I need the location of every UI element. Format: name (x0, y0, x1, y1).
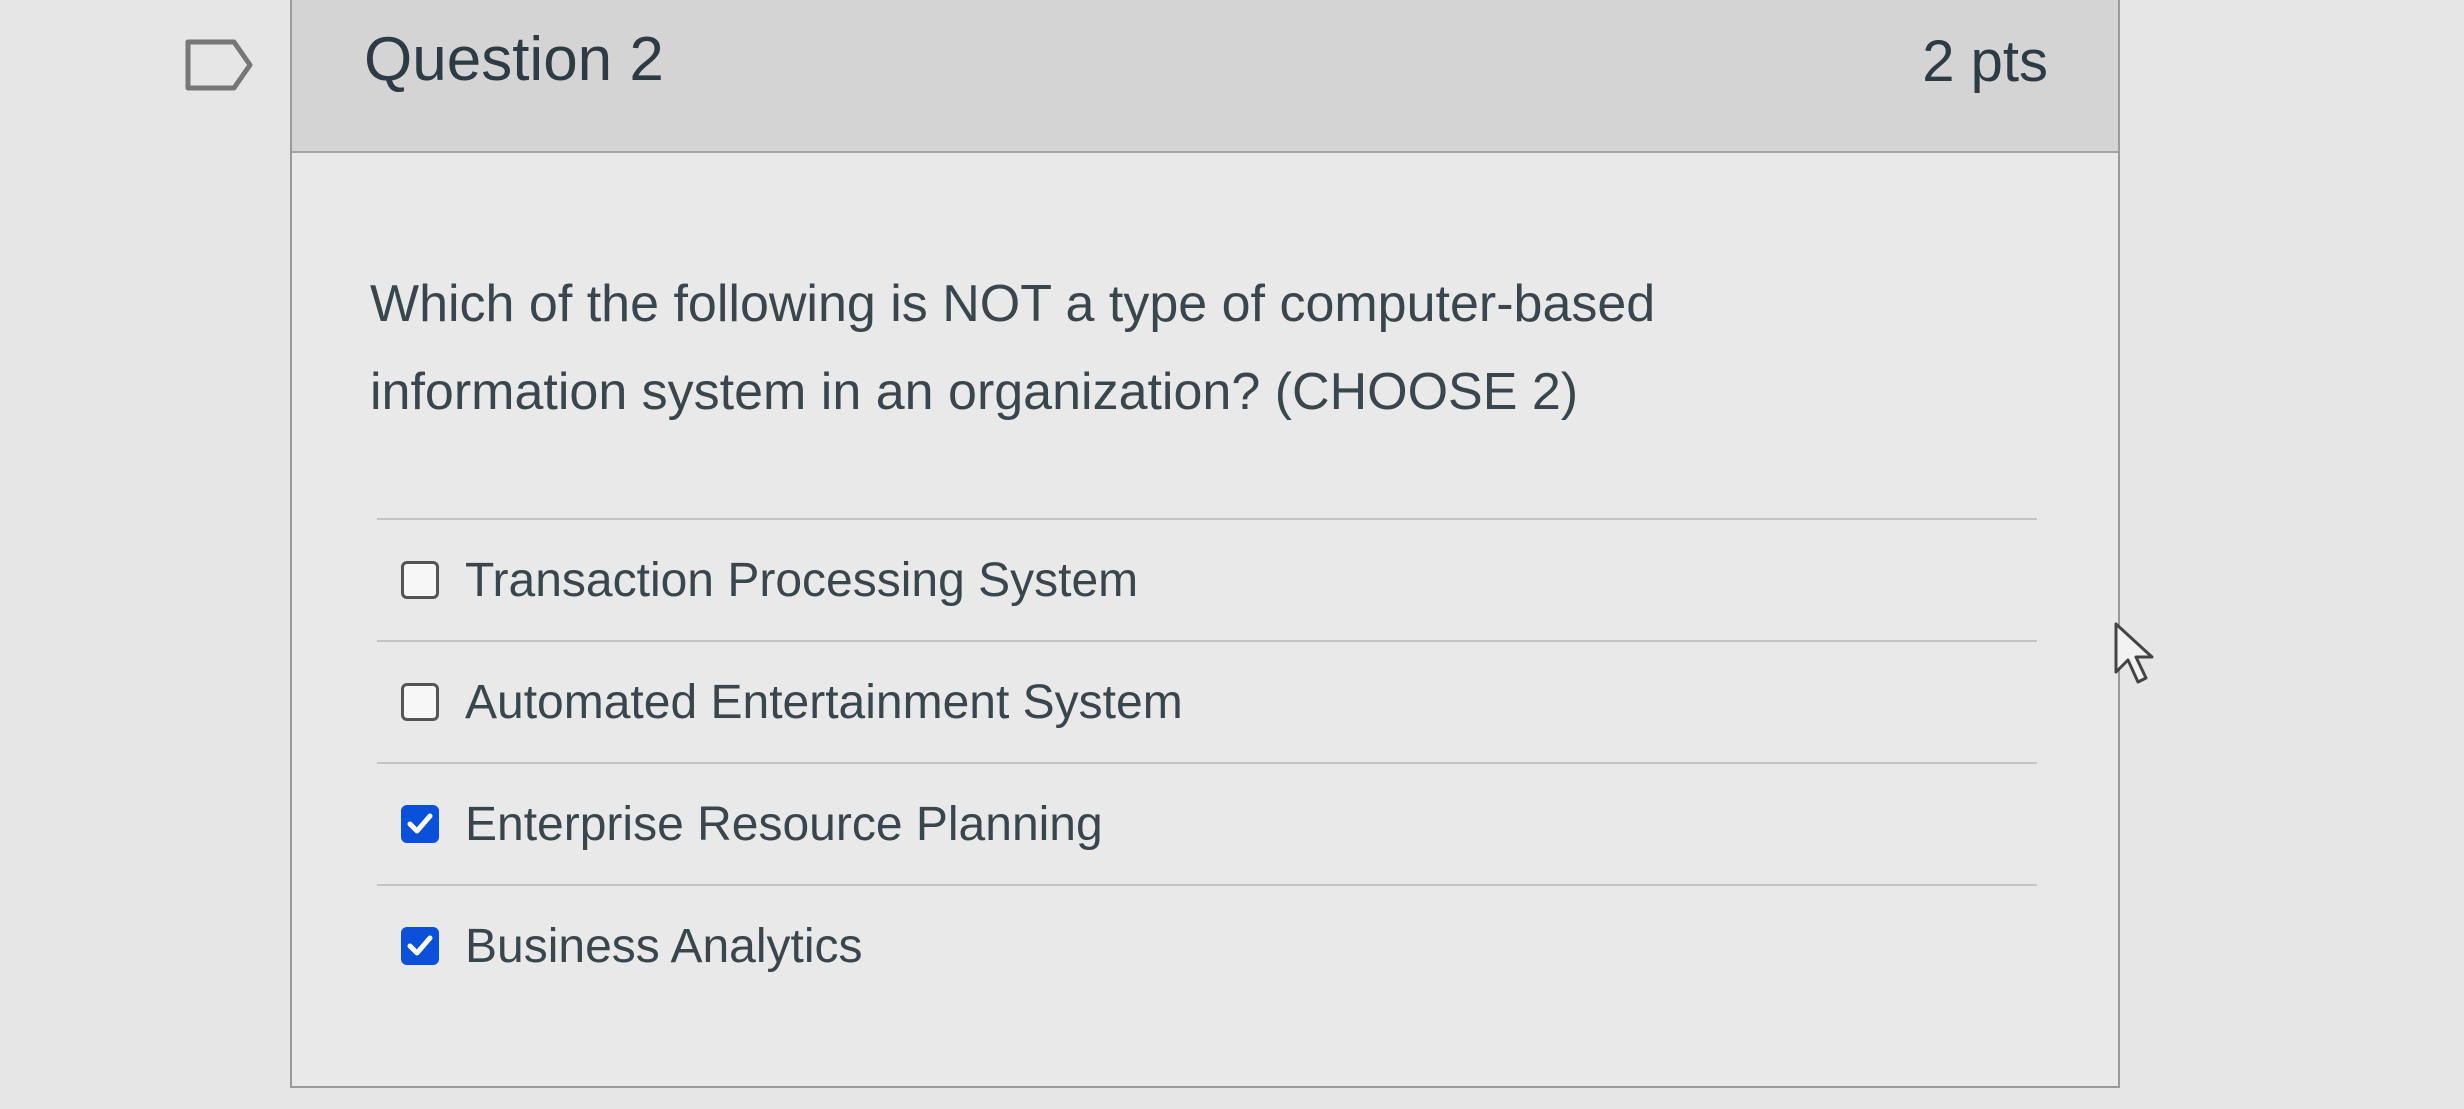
answer-option[interactable]: Business Analytics (377, 886, 2037, 1006)
question-text: Which of the following is NOT a type of … (370, 275, 1656, 421)
answer-label: Business Analytics (465, 919, 863, 973)
answer-label: Transaction Processing System (465, 553, 1139, 607)
question-header: Question 2 2 pts (292, 0, 2118, 153)
answer-option[interactable]: Automated Entertainment System (377, 642, 2037, 764)
question-title: Question 2 (364, 25, 664, 94)
mouse-pointer-icon (2112, 620, 2160, 692)
checkmark-icon (407, 813, 433, 834)
checkmark-icon (407, 935, 433, 956)
question-points: 2 pts (1922, 29, 2048, 94)
checkbox-checked-icon[interactable] (401, 927, 439, 965)
answer-label: Enterprise Resource Planning (465, 797, 1103, 851)
answer-option[interactable]: Enterprise Resource Planning (377, 764, 2037, 886)
checkbox-icon[interactable] (401, 561, 439, 599)
question-card: Question 2 2 pts Which of the following … (290, 0, 2120, 1088)
answer-list: Transaction Processing System Automated … (377, 518, 2037, 1006)
answer-option[interactable]: Transaction Processing System (377, 520, 2037, 642)
checkbox-checked-icon[interactable] (401, 805, 439, 843)
checkbox-icon[interactable] (401, 683, 439, 721)
flag-question-icon[interactable] (184, 38, 256, 92)
answer-label: Automated Entertainment System (465, 675, 1183, 729)
